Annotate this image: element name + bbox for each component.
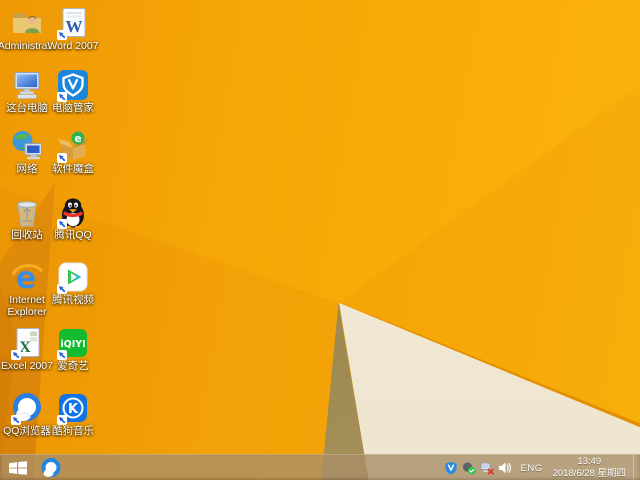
desktop-icon-software-box[interactable]: e 软件魔盒	[47, 129, 99, 176]
clock-time: 13:49	[553, 456, 626, 468]
clock-date: 2018/6/28 星期四	[553, 468, 626, 480]
pc-manager-tray-icon[interactable]	[444, 461, 458, 475]
software-box-icon: e	[56, 129, 90, 163]
shortcut-arrow-icon	[11, 415, 21, 425]
shortcut-arrow-icon	[57, 350, 67, 360]
start-button[interactable]	[0, 455, 36, 480]
language-indicator[interactable]: ENG	[521, 463, 543, 474]
excel-document-icon: X	[10, 326, 44, 360]
pc-manager-shield-icon	[56, 68, 90, 102]
taskbar: ENG 13:49 2018/6/28 星期四	[0, 454, 640, 480]
shortcut-arrow-icon	[57, 415, 67, 425]
tencent-video-icon	[56, 260, 90, 294]
shortcut-arrow-icon	[57, 153, 67, 163]
desktop-icon-recycle-bin[interactable]: 回收站	[1, 195, 53, 242]
desktop-icon-iqiyi[interactable]: iQIYI 爱奇艺	[47, 326, 99, 373]
kugou-music-icon: K	[56, 391, 90, 425]
desktop-icon-administrator-folder[interactable]: Administra...	[1, 6, 53, 53]
desktop-icon-word-2007[interactable]: W Word 2007	[47, 6, 99, 53]
taskbar-clock[interactable]: 13:49 2018/6/28 星期四	[553, 456, 626, 480]
svg-text:iQIYI: iQIYI	[60, 339, 85, 350]
shortcut-arrow-icon	[11, 350, 21, 360]
internet-explorer-icon: e	[10, 260, 44, 294]
windows-start-icon	[9, 461, 27, 475]
desktop-icon-tencent-qq[interactable]: 腾讯QQ	[47, 195, 99, 242]
desktop-screen: Administra... W Word 2007	[0, 0, 640, 480]
svg-text:X: X	[19, 339, 31, 356]
desktop-icon-internet-explorer[interactable]: e Internet Explorer	[1, 260, 53, 319]
word-document-icon: W	[56, 6, 90, 40]
qq-browser-icon	[10, 391, 44, 425]
pinned-qq-browser-button[interactable]	[36, 455, 66, 480]
this-pc-icon	[10, 68, 44, 102]
svg-text:e: e	[74, 133, 81, 145]
system-tray: ENG 13:49 2018/6/28 星期四	[444, 455, 640, 480]
desktop-icon-this-pc[interactable]: 这台电脑	[1, 68, 53, 115]
desktop-icon-excel-2007[interactable]: X Excel 2007	[1, 326, 53, 373]
desktop-icon-network[interactable]: 网络	[1, 129, 53, 176]
shortcut-arrow-icon	[57, 284, 67, 294]
network-disconnected-tray-icon[interactable]	[480, 461, 494, 475]
shortcut-arrow-icon	[57, 219, 67, 229]
user-folder-icon	[10, 6, 44, 40]
recycle-bin-icon	[10, 195, 44, 229]
desktop-icon-tencent-video[interactable]: 腾讯视频	[47, 260, 99, 307]
desktop-icon-kugou-music[interactable]: K 酷狗音乐	[47, 391, 99, 438]
network-globe-icon	[10, 129, 44, 163]
volume-tray-icon[interactable]	[498, 461, 512, 475]
shortcut-arrow-icon	[57, 30, 67, 40]
desktop-icon-qq-browser[interactable]: QQ浏览器	[1, 391, 53, 438]
shortcut-arrow-icon	[57, 92, 67, 102]
desktop-icon-pc-manager[interactable]: 电脑管家	[47, 68, 99, 115]
iqiyi-icon: iQIYI	[56, 326, 90, 360]
show-desktop-button[interactable]	[633, 455, 638, 480]
qq-browser-icon	[40, 457, 62, 479]
svg-text:K: K	[68, 402, 79, 417]
svg-text:W: W	[66, 17, 83, 36]
qq-penguin-icon	[56, 195, 90, 229]
security-check-tray-icon[interactable]	[462, 461, 476, 475]
